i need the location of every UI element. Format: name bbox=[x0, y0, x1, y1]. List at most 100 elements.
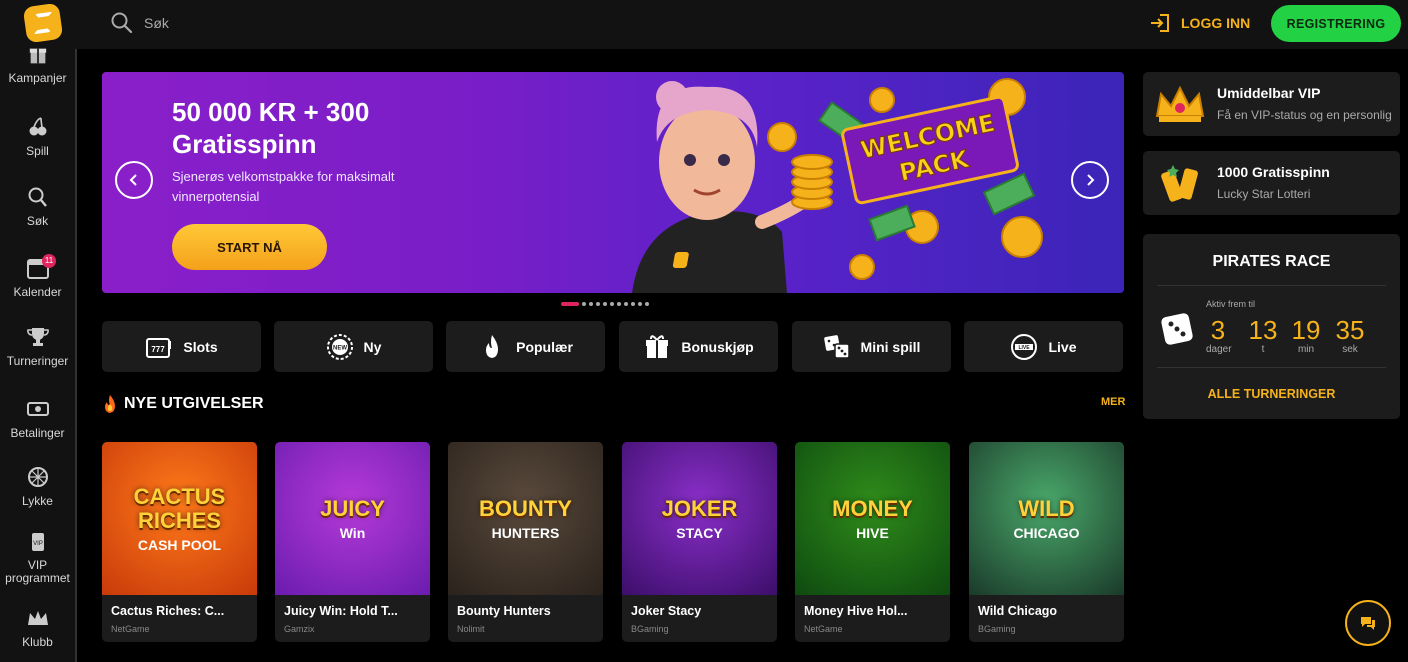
wheel-icon bbox=[27, 467, 48, 487]
game-provider: BGaming bbox=[631, 624, 669, 634]
game-art-subtitle: STACY bbox=[676, 524, 723, 541]
category-bonuskjop[interactable]: Bonuskjøp bbox=[619, 321, 778, 372]
hero-dot[interactable] bbox=[624, 302, 628, 306]
login-icon bbox=[1151, 14, 1169, 32]
game-provider: Gamzix bbox=[284, 624, 315, 634]
game-thumbnail: MONEY HIVE bbox=[795, 442, 950, 595]
game-card[interactable]: BOUNTY HUNTERS Bounty Hunters Nolimit bbox=[448, 442, 603, 642]
new-badge-icon: NEW bbox=[326, 333, 353, 360]
calendar-badge: 11 bbox=[42, 254, 56, 268]
hero-title: 50 000 KR + 300 Gratisspinn bbox=[172, 97, 370, 159]
hero-dot[interactable] bbox=[582, 302, 586, 306]
game-art-title: WILD bbox=[1018, 495, 1075, 521]
header-search[interactable]: Søk bbox=[110, 11, 169, 35]
game-art-title: BOUNTY bbox=[479, 495, 572, 521]
category-mini-spill[interactable]: Mini spill bbox=[792, 321, 951, 372]
category-populaer[interactable]: Populær bbox=[446, 321, 605, 372]
countdown-days: 3 dager bbox=[1206, 315, 1232, 355]
game-name: Juicy Win: Hold T... bbox=[284, 604, 398, 618]
sidebar-item-lykke[interactable]: Lykke bbox=[0, 466, 75, 508]
category-ny[interactable]: NEW Ny bbox=[274, 321, 433, 372]
game-thumbnail: CACTUS RICHES CASH POOL bbox=[102, 442, 257, 595]
sidebar-item-label: Kalender bbox=[13, 285, 62, 299]
category-label: Mini spill bbox=[860, 338, 921, 355]
dice-icon bbox=[1161, 313, 1193, 345]
sidebar-item-klubb[interactable]: Klubb bbox=[0, 607, 75, 649]
hero-subtitle: Sjenerøs velkomstpakke for maksimalt vin… bbox=[172, 169, 395, 204]
countdown-seconds: 35 sek bbox=[1335, 315, 1365, 355]
promo-free-spins[interactable]: 1000 Gratisspinn Lucky Star Lotteri bbox=[1143, 151, 1400, 215]
hero-dot[interactable] bbox=[589, 302, 593, 306]
category-live[interactable]: LIVE Live bbox=[964, 321, 1123, 372]
game-art-subtitle: Win bbox=[339, 524, 366, 541]
game-name: Bounty Hunters bbox=[457, 604, 551, 618]
divider bbox=[1157, 367, 1386, 368]
game-card[interactable]: CACTUS RICHES CASH POOL Cactus Riches: C..… bbox=[102, 442, 257, 642]
trophy-icon bbox=[26, 328, 49, 346]
hero-dot[interactable] bbox=[596, 302, 600, 306]
tournament-panel: PIRATES RACE Aktiv frem til 3 dager 13 t 1… bbox=[1143, 234, 1400, 419]
promo-title: Umiddelbar VIP bbox=[1217, 85, 1321, 101]
fire-icon bbox=[486, 334, 499, 358]
category-label: Bonuskjøp bbox=[681, 338, 754, 355]
sidebar-item-label: Søk bbox=[26, 214, 49, 228]
game-card[interactable]: WILD CHICAGO Wild Chicago BGaming bbox=[969, 442, 1124, 642]
sidebar-item-sok[interactable]: Søk bbox=[0, 186, 75, 228]
crown-icon bbox=[27, 611, 48, 625]
sidebar: Kampanjer Spill Søk 11 Kalender Turnerin… bbox=[0, 48, 77, 662]
promo-title: 1000 Gratisspinn bbox=[1217, 164, 1330, 180]
register-button[interactable]: REGISTRERING bbox=[1271, 5, 1401, 42]
hero-banner[interactable]: 50 000 KR + 300 Gratisspinn Sjenerøs vel… bbox=[102, 72, 1124, 293]
search-icon bbox=[28, 187, 47, 207]
sidebar-item-label: Betalinger bbox=[10, 426, 65, 440]
vip-icon: VIP bbox=[31, 533, 44, 551]
hero-next-button[interactable] bbox=[1071, 161, 1109, 199]
sidebar-item-kampanjer[interactable]: Kampanjer bbox=[0, 48, 75, 85]
sidebar-item-turneringer[interactable]: Turneringer bbox=[0, 326, 75, 368]
sidebar-item-betalinger[interactable]: Betalinger bbox=[0, 398, 75, 440]
countdown-minutes: 19 min bbox=[1291, 315, 1321, 355]
hero-dot[interactable] bbox=[631, 302, 635, 306]
game-card[interactable]: JOKER STACY Joker Stacy BGaming bbox=[622, 442, 777, 642]
login-button[interactable]: LOGG INN bbox=[1149, 13, 1250, 33]
countdown-hours: 13 t bbox=[1248, 315, 1278, 355]
game-card[interactable]: MONEY HIVE Money Hive Hol... NetGame bbox=[795, 442, 950, 642]
hero-dot[interactable] bbox=[638, 302, 642, 306]
category-label: Slots bbox=[183, 338, 218, 355]
slot-777-icon: 777 bbox=[146, 337, 172, 358]
svg-text:777: 777 bbox=[152, 345, 166, 354]
hero-prev-button[interactable] bbox=[115, 161, 153, 199]
all-tournaments-link[interactable]: ALLE TURNERINGER bbox=[1143, 387, 1400, 401]
more-link[interactable]: MER bbox=[1101, 396, 1125, 408]
hero-start-button[interactable]: START NÅ bbox=[172, 224, 327, 270]
hero-dot[interactable] bbox=[561, 302, 579, 306]
sidebar-item-vip[interactable]: VIP VIP programmet bbox=[0, 531, 75, 585]
sidebar-item-kalender[interactable]: 11 Kalender bbox=[0, 254, 75, 299]
search-icon bbox=[111, 12, 133, 34]
sidebar-item-label: Spill bbox=[26, 144, 49, 158]
hero-dot[interactable] bbox=[603, 302, 607, 306]
promo-subtitle: Få en VIP-status og en personlig bbox=[1217, 108, 1392, 122]
hero-dot[interactable] bbox=[617, 302, 621, 306]
search-placeholder: Søk bbox=[144, 15, 169, 31]
game-name: Cactus Riches: C... bbox=[111, 604, 225, 618]
game-card[interactable]: JUICY Win Juicy Win: Hold T... Gamzix bbox=[275, 442, 430, 642]
sidebar-item-label: Lykke bbox=[22, 494, 53, 508]
promo-vip[interactable]: Umiddelbar VIP Få en VIP-status og en pe… bbox=[1143, 72, 1400, 136]
chevron-left-icon bbox=[129, 174, 137, 186]
promo-subtitle: Lucky Star Lotteri bbox=[1217, 187, 1311, 201]
top-header: Søk LOGG INN REGISTRERING bbox=[0, 0, 1408, 49]
chat-button[interactable] bbox=[1345, 600, 1391, 646]
tournament-active-label: Aktiv frem til bbox=[1206, 299, 1256, 309]
hero-dot[interactable] bbox=[645, 302, 649, 306]
sidebar-item-spill[interactable]: Spill bbox=[0, 116, 75, 158]
game-provider: NetGame bbox=[804, 624, 843, 634]
brand-logo[interactable] bbox=[22, 2, 64, 44]
sidebar-item-label: Turneringer bbox=[6, 354, 69, 368]
section-title: NYE UTGIVELSER bbox=[124, 395, 264, 412]
ticket-icon bbox=[1161, 165, 1198, 202]
game-provider: BGaming bbox=[978, 624, 1016, 634]
hero-dot[interactable] bbox=[610, 302, 614, 306]
dice-icon bbox=[823, 334, 850, 359]
category-slots[interactable]: 777 Slots bbox=[102, 321, 261, 372]
